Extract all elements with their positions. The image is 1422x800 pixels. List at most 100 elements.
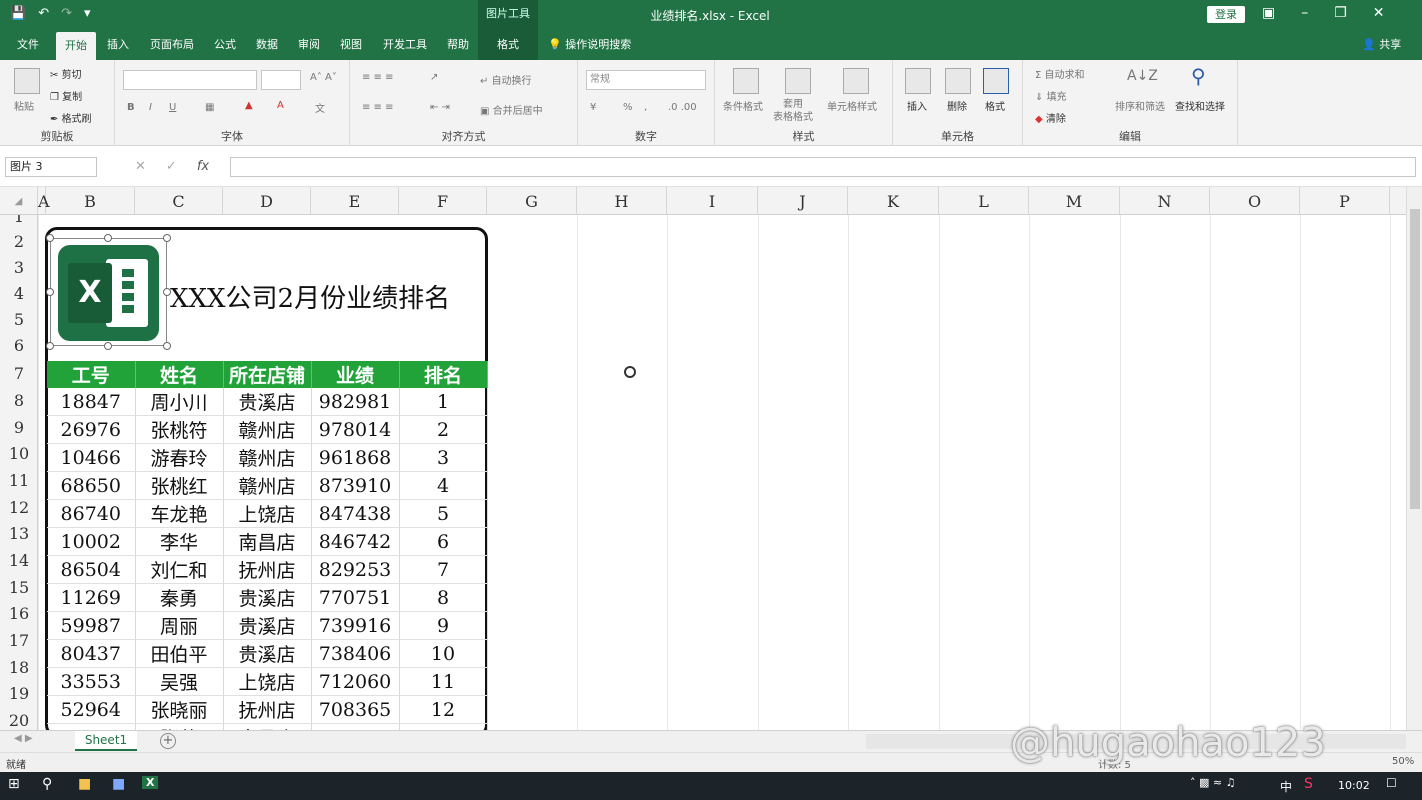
cell-store[interactable]: 抚州店 — [223, 555, 312, 584]
save-icon[interactable]: 💾 — [10, 6, 26, 21]
conditional-format-icon[interactable] — [733, 68, 759, 94]
row-header-14[interactable]: 14 — [0, 548, 37, 574]
share-button[interactable]: 👤 共享 — [1362, 30, 1401, 60]
row-header-2[interactable]: 2 — [0, 229, 37, 255]
app-icon[interactable]: ■ — [112, 776, 125, 792]
cell-store[interactable]: 上饶店 — [223, 499, 312, 528]
enter-icon[interactable]: ✓ — [166, 159, 177, 174]
cell-rank[interactable]: 6 — [399, 527, 488, 556]
resize-handle-right[interactable] — [163, 288, 171, 296]
cell-employee-id[interactable]: 80437 — [47, 639, 136, 668]
column-header-e[interactable]: E — [311, 187, 399, 215]
column-header-j[interactable]: J — [758, 187, 848, 215]
cell-performance[interactable]: 982981 — [311, 388, 400, 416]
column-header-l[interactable]: L — [939, 187, 1029, 215]
ime-indicator[interactable]: 中 — [1280, 778, 1292, 795]
format-painter-button[interactable]: ✒ 格式刷 — [50, 110, 92, 125]
cell-employee-id[interactable]: 59987 — [47, 611, 136, 640]
column-header-p[interactable]: P — [1300, 187, 1390, 215]
cell-name[interactable]: 刘仁和 — [135, 555, 224, 584]
cell-store[interactable]: 上饶店 — [223, 667, 312, 696]
conditional-format-button[interactable]: 条件格式 — [723, 98, 763, 113]
resize-handle-bottom-left[interactable] — [46, 342, 54, 350]
cell-employee-id[interactable]: 86504 — [47, 555, 136, 584]
fill-button[interactable]: ⇓ 填充 — [1035, 88, 1067, 103]
cell-rank[interactable]: 10 — [399, 639, 488, 668]
cell-rank[interactable]: 5 — [399, 499, 488, 528]
cell-rank[interactable]: 7 — [399, 555, 488, 584]
close-icon[interactable]: ✕ — [1373, 5, 1385, 21]
percent-icon[interactable]: % — [623, 102, 633, 113]
merge-center-button[interactable]: ▣ 合并后居中 — [480, 102, 543, 117]
cell-name[interactable]: 周丽 — [135, 611, 224, 640]
sheet-nav-arrows-icon[interactable]: ◀ ▶ — [14, 733, 33, 744]
input-method-icon[interactable]: S — [1304, 776, 1313, 792]
tab-view[interactable]: 视图 — [334, 30, 368, 60]
row-header-5[interactable]: 5 — [0, 307, 37, 333]
cell-performance[interactable]: 712060 — [311, 667, 400, 696]
row-header-19[interactable]: 19 — [0, 681, 37, 707]
decimal-icon[interactable]: .0 .00 — [668, 102, 697, 113]
cell-rank[interactable]: 2 — [399, 415, 488, 444]
name-box[interactable]: 图片 3 — [5, 157, 97, 177]
tab-insert[interactable]: 插入 — [100, 30, 136, 60]
fill-color-icon[interactable]: ▲ — [245, 100, 253, 111]
customize-qat-icon[interactable]: ▾ — [84, 6, 91, 21]
row-header-11[interactable]: 11 — [0, 468, 37, 494]
tab-formulas[interactable]: 公式 — [208, 30, 242, 60]
cell-performance[interactable]: 829253 — [311, 555, 400, 584]
cell-performance[interactable]: 738406 — [311, 639, 400, 668]
sheet-tab-sheet1[interactable]: Sheet1 — [75, 731, 137, 751]
cell-performance[interactable]: 708365 — [311, 695, 400, 724]
cell-name[interactable]: 张晓丽 — [135, 695, 224, 724]
border-icon[interactable]: ▦ — [205, 102, 214, 113]
cell-performance[interactable]: 770751 — [311, 583, 400, 612]
cell-name[interactable]: 周小川 — [135, 388, 224, 416]
cell-name[interactable]: 吴强 — [135, 667, 224, 696]
cell-employee-id[interactable]: 68650 — [47, 471, 136, 500]
windows-start-icon[interactable]: ⊞ — [8, 776, 20, 792]
cell-name[interactable]: 秦勇 — [135, 583, 224, 612]
row-header-17[interactable]: 17 — [0, 628, 37, 654]
magnifier-icon[interactable]: ⚲ — [1191, 64, 1206, 88]
excel-taskbar-icon[interactable]: X — [142, 776, 159, 789]
cell-store[interactable]: 贵溪店 — [223, 611, 312, 640]
tab-review[interactable]: 审阅 — [292, 30, 326, 60]
tell-me-search[interactable]: 💡 操作说明搜索 — [548, 30, 631, 60]
taskbar-clock[interactable]: 10:02 — [1338, 779, 1370, 792]
cell-performance[interactable]: 873910 — [311, 471, 400, 500]
row-header-7[interactable]: 7 — [0, 361, 37, 387]
system-tray-icons[interactable]: ˄ ▩ ≈ ♫ — [1190, 776, 1235, 789]
undo-icon[interactable]: ↶ — [38, 6, 49, 21]
column-header-k[interactable]: K — [848, 187, 939, 215]
phonetic-icon[interactable]: 文 — [315, 100, 325, 115]
file-explorer-icon[interactable]: ■ — [78, 776, 91, 792]
cell-rank[interactable]: 1 — [399, 388, 488, 416]
report-title[interactable]: XXX公司2月份业绩排名 — [170, 278, 450, 315]
login-button[interactable]: 登录 — [1207, 6, 1245, 23]
cell-name[interactable]: 游春玲 — [135, 443, 224, 472]
copy-button[interactable]: ❐ 复制 — [50, 88, 82, 103]
cell-employee-id[interactable]: 18847 — [47, 388, 136, 416]
resize-handle-bottom-right[interactable] — [163, 342, 171, 350]
cell-rank[interactable]: 3 — [399, 443, 488, 472]
column-header-f[interactable]: F — [399, 187, 487, 215]
sort-filter-icon[interactable]: A↓Z — [1127, 68, 1158, 84]
column-header-i[interactable]: I — [667, 187, 758, 215]
notification-icon[interactable]: ☐ — [1386, 776, 1397, 790]
cell-performance[interactable]: 846742 — [311, 527, 400, 556]
header-rank[interactable]: 排名 — [399, 361, 488, 388]
column-header-g[interactable]: G — [487, 187, 577, 215]
format-cells-icon[interactable] — [983, 68, 1009, 94]
tab-file[interactable]: 文件 — [8, 30, 48, 60]
paste-button[interactable]: 粘贴 — [14, 98, 34, 113]
row-header-1[interactable]: 1 — [0, 215, 37, 227]
find-select-button[interactable]: 查找和选择 — [1175, 98, 1225, 113]
currency-icon[interactable]: ¥ — [590, 102, 596, 113]
resize-handle-top[interactable] — [104, 234, 112, 242]
ribbon-display-options-icon[interactable]: ▣ — [1262, 5, 1275, 21]
vertical-scroll-thumb[interactable] — [1410, 209, 1420, 509]
insert-cells-button[interactable]: 插入 — [907, 98, 927, 113]
column-header-h[interactable]: H — [577, 187, 667, 215]
formula-input[interactable] — [230, 157, 1416, 177]
